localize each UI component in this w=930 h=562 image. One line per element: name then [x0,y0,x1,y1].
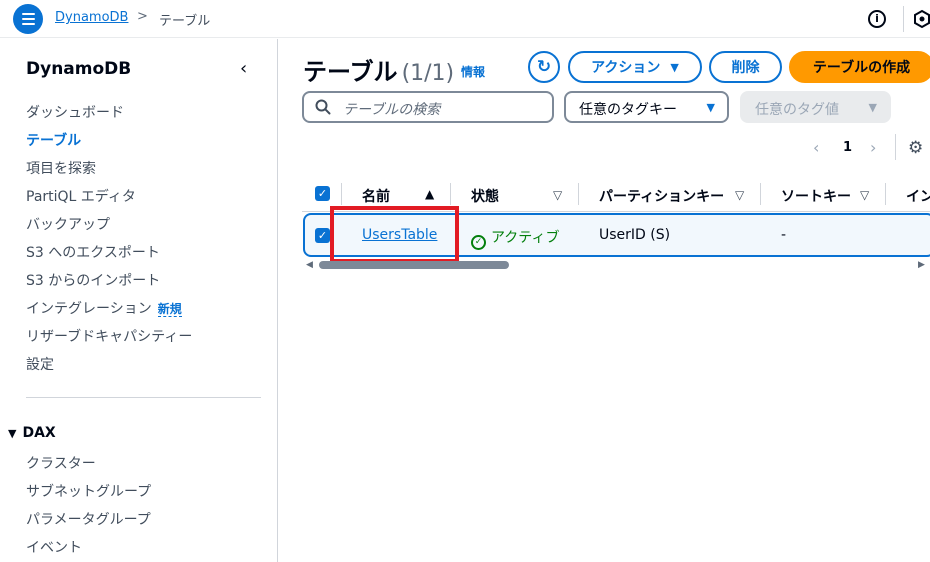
sidebar-item-dashboard[interactable]: ダッシュボード [26,102,124,122]
caret-down-icon: ▼ [8,427,17,440]
search-icon [315,99,331,115]
top-navigation-bar: DynamoDB > テーブル i [0,0,930,38]
hamburger-menu-icon[interactable] [13,4,43,34]
actions-dropdown-button[interactable]: アクション ▼ [568,51,702,83]
row-checkbox[interactable]: ✓ [315,228,330,243]
collapse-sidebar-icon[interactable]: ‹ [240,58,247,79]
sidebar-item-clusters[interactable]: クラスター [26,453,96,473]
sort-icon[interactable]: ▽ [553,188,562,202]
status-text: アクティブ [491,230,560,246]
topbar-divider [903,6,904,32]
create-table-button[interactable]: テーブルの作成 [789,51,930,83]
sidebar-item-integrations-label: インテグレーション [26,301,152,317]
tag-key-select[interactable]: 任意のタグキー ▼ [564,91,729,123]
sidebar-item-import-s3[interactable]: S3 からのインポート [26,270,160,290]
refresh-icon: ↻ [536,57,552,77]
scroll-right-icon[interactable]: ▶ [918,260,925,270]
table-count: (1/1) [401,61,455,86]
sidebar-divider [26,397,261,398]
sidebar-group-dax-label: DAX [22,425,56,441]
side-navigation: DynamoDB ‹ ダッシュボード テーブル 項目を探索 PartiQL エデ… [0,39,278,562]
info-link[interactable]: 情報 [461,63,485,80]
info-icon[interactable]: i [868,10,886,28]
sidebar-item-partiql-editor[interactable]: PartiQL エディタ [26,186,136,206]
breadcrumb-separator-icon: > [137,9,148,24]
column-header-indexes[interactable]: イン [906,186,930,206]
partition-key-cell: UserID (S) [599,227,671,243]
search-placeholder: テーブルの検索 [343,102,441,118]
highlight-annotation-box [330,206,459,263]
sidebar-title: DynamoDB [26,59,132,79]
previous-page-icon[interactable]: ‹ [813,138,819,157]
sidebar-item-parameter-groups[interactable]: パラメータグループ [26,509,151,529]
actions-label: アクション [591,60,661,76]
column-separator [760,183,761,205]
scroll-left-icon[interactable]: ◀ [306,260,313,270]
pagination-divider [895,134,896,160]
page-title-text: テーブル [303,58,398,86]
sort-icon[interactable]: ▽ [860,188,869,202]
sidebar-item-export-s3[interactable]: S3 へのエクスポート [26,242,160,262]
sidebar-item-integrations[interactable]: インテグレーション 新規 [26,298,182,318]
status-badge: ✓ アクティブ [471,227,559,250]
column-separator [885,183,886,205]
refresh-button[interactable]: ↻ [528,51,560,83]
sidebar-item-backups[interactable]: バックアップ [26,214,110,234]
status-success-icon: ✓ [471,235,486,250]
sidebar-item-events[interactable]: イベント [26,537,82,557]
new-badge: 新規 [157,302,182,317]
sort-key-cell: - [781,227,787,243]
horizontal-scrollbar-thumb[interactable] [319,261,509,269]
column-separator [578,183,579,205]
tag-value-label: 任意のタグ値 [755,102,839,118]
caret-down-icon: ▼ [670,60,679,74]
column-header-partition-key[interactable]: パーティションキー [599,186,724,206]
table-search-input[interactable]: テーブルの検索 [302,91,554,123]
tag-value-select: 任意のタグ値 ▼ [740,91,891,123]
column-header-status[interactable]: 状態 [471,186,499,206]
sort-ascending-icon[interactable]: ▲ [425,187,434,201]
breadcrumb-dynamodb-link[interactable]: DynamoDB [55,10,128,25]
help-panel-icon[interactable] [914,9,930,29]
column-separator [341,183,342,205]
page-title: テーブル (1/1) [303,52,454,87]
current-page-number[interactable]: 1 [843,140,852,155]
tag-key-label: 任意のタグキー [579,102,677,118]
column-header-sort-key[interactable]: ソートキー [781,186,851,206]
column-header-name[interactable]: 名前 [362,186,390,206]
sidebar-group-dax[interactable]: ▼ DAX [8,425,56,441]
sidebar-item-subnet-groups[interactable]: サブネットグループ [26,481,151,501]
caret-down-icon: ▼ [706,101,715,114]
delete-button[interactable]: 削除 [709,51,782,83]
column-separator [450,183,451,205]
breadcrumb-current: テーブル [159,14,211,29]
gear-icon[interactable]: ⚙ [908,138,923,158]
sidebar-item-tables[interactable]: テーブル [26,130,81,150]
caret-down-icon: ▼ [868,101,877,114]
next-page-icon[interactable]: › [870,138,876,157]
select-all-checkbox[interactable]: ✓ [315,186,330,201]
sidebar-item-settings[interactable]: 設定 [26,354,54,374]
sort-icon[interactable]: ▽ [735,188,744,202]
sidebar-item-reserved-capacity[interactable]: リザーブドキャパシティー [26,326,192,346]
sidebar-item-explore-items[interactable]: 項目を探索 [26,158,96,178]
